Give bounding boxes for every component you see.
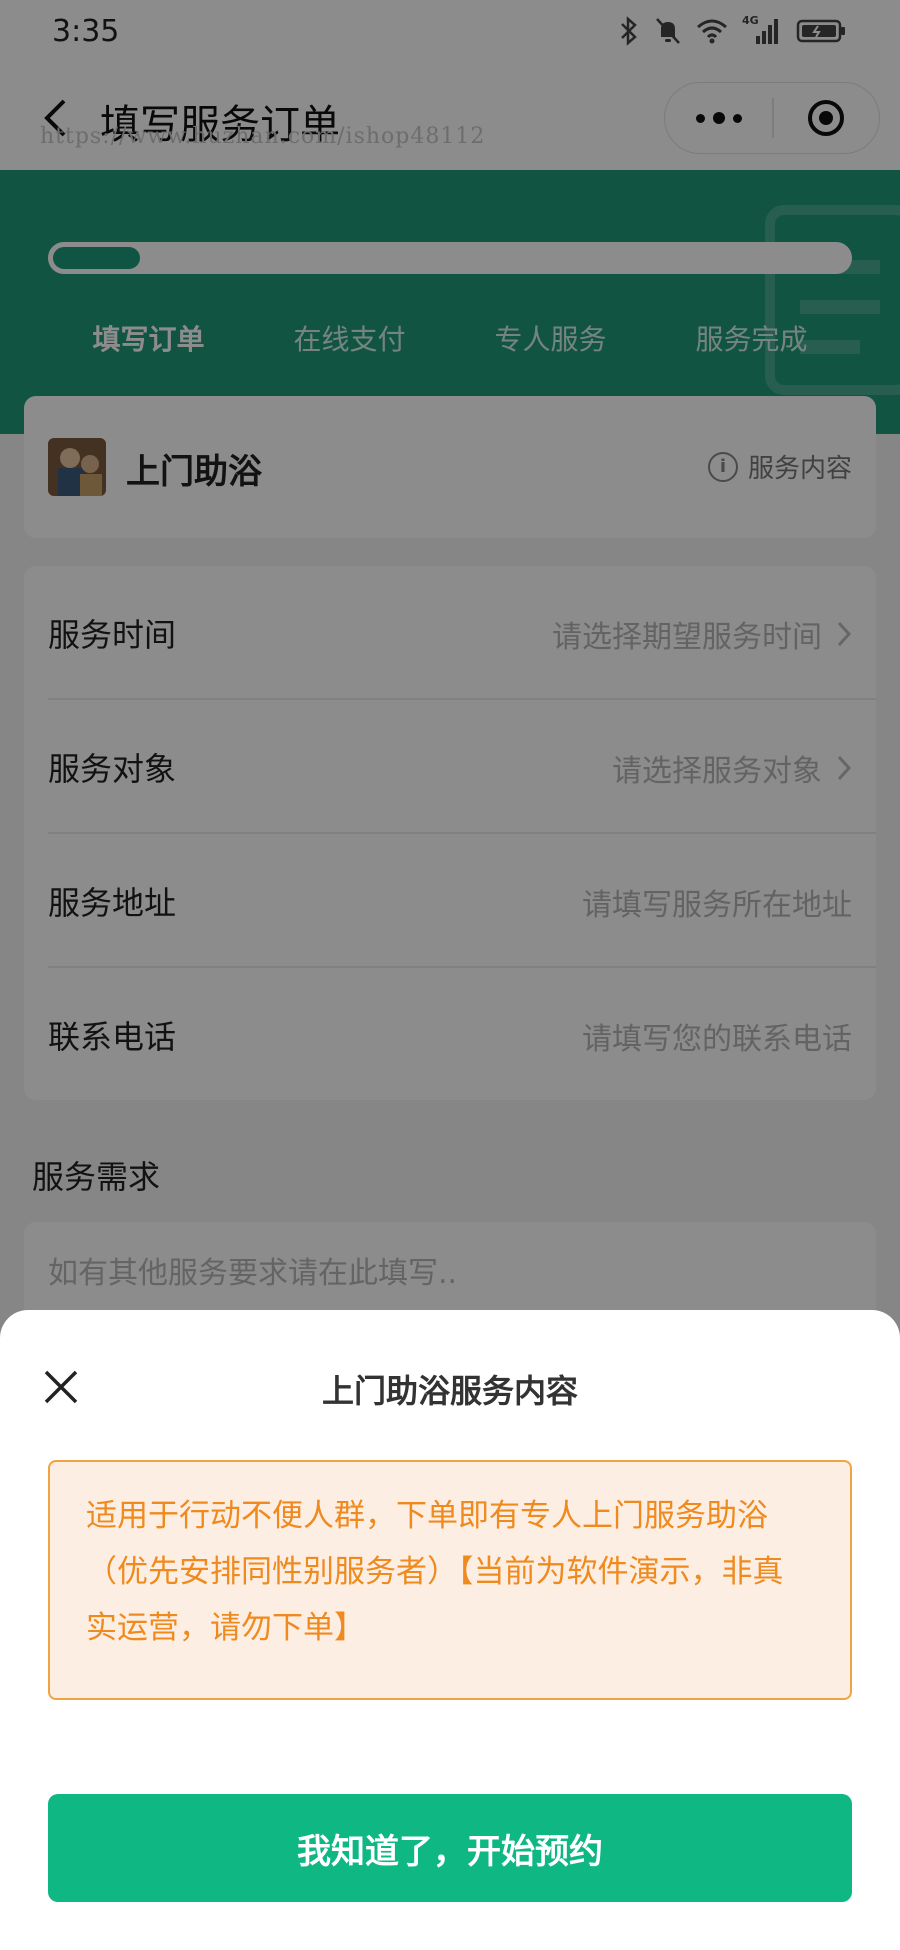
- service-notice: 适用于行动不便人群，下单即有专人上门服务助浴（优先安排同性别服务者）【当前为软件…: [48, 1460, 852, 1700]
- sheet-title: 上门助浴服务内容: [321, 1372, 578, 1410]
- confirm-start-booking-button[interactable]: 我知道了，开始预约: [48, 1794, 852, 1902]
- service-content-sheet: 上门助浴服务内容 适用于行动不便人群，下单即有专人上门服务助浴（优先安排同性别服…: [0, 1310, 900, 1950]
- service-notice-text: 适用于行动不便人群，下单即有专人上门服务助浴（优先安排同性别服务者）【当前为软件…: [86, 1498, 784, 1646]
